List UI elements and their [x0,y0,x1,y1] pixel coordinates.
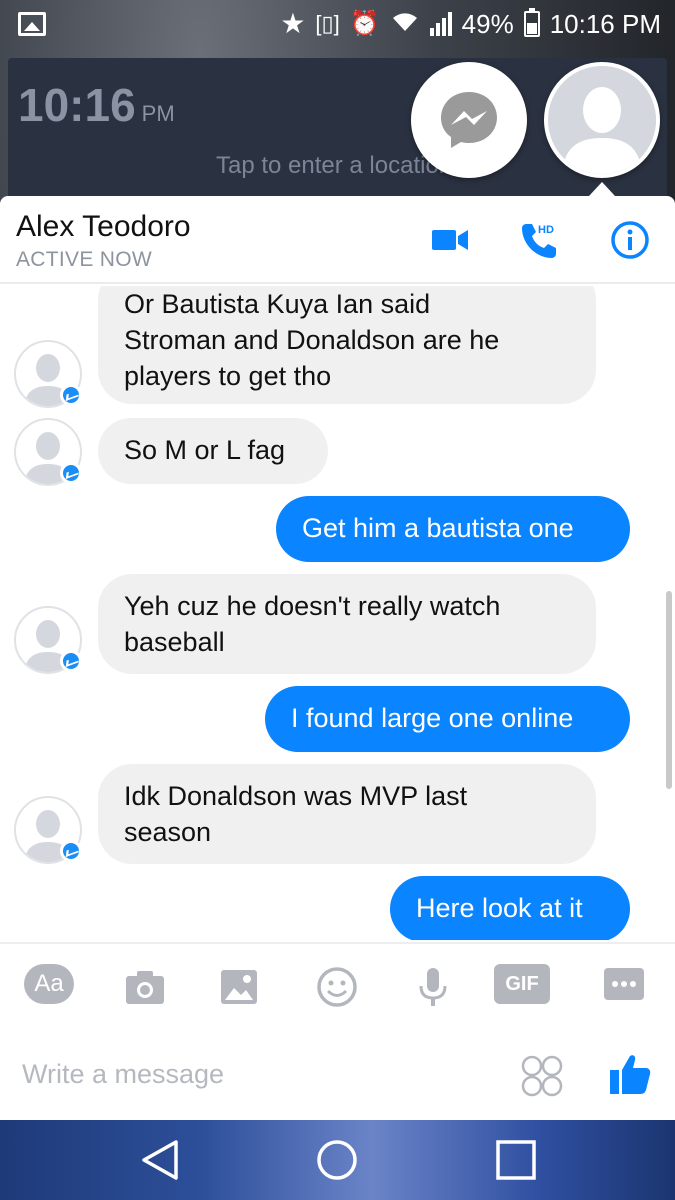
camera-icon [126,971,164,1004]
lock-clock: 10:16 PM [18,78,175,132]
microphone-icon [419,968,447,1006]
chat-window: Alex Teodoro ACTIVE NOW HD Or Bautista K [0,196,675,1120]
outgoing-message-bubble[interactable]: Get him a bautista one [276,496,630,562]
star-icon: ★ [280,8,306,39]
text-format-button[interactable]: Aa [24,964,74,1010]
contact-name[interactable]: Alex Teodoro [16,210,191,244]
active-status: ACTIVE NOW [16,248,153,271]
default-avatar-icon [548,66,656,174]
hd-badge: HD [538,224,554,236]
gallery-icon [221,970,257,1004]
wifi-icon [390,9,420,40]
voice-record-button[interactable] [410,964,456,1010]
status-time: 10:16 PM [549,8,661,39]
thumbs-up-icon [610,1055,651,1094]
message-list[interactable]: Or Bautista Kuya Ian said Stroman and Do… [0,286,675,940]
incoming-message-bubble[interactable]: Yeh cuz he doesn't really watch baseball [98,574,596,674]
recents-button[interactable] [494,1138,538,1182]
more-button[interactable] [604,964,644,1010]
hd-voice-call-button[interactable]: HD [518,218,562,262]
gif-icon: GIF [494,964,550,1004]
message-input[interactable] [22,1054,492,1094]
messenger-chat-head[interactable] [411,62,527,178]
messenger-badge-icon [60,840,82,862]
home-button[interactable] [315,1138,359,1182]
outgoing-message-bubble[interactable]: I found large one online [265,686,630,752]
incoming-message-bubble[interactable]: Or Bautista Kuya Ian said Stroman and Do… [98,286,596,404]
messenger-badge-icon [60,462,82,484]
contact-chat-head[interactable] [544,62,660,178]
lock-clock-time: 10:16 [18,79,136,131]
conversation-info-button[interactable] [608,218,652,262]
chat-header: Alex Teodoro ACTIVE NOW HD [0,196,675,284]
scrollbar[interactable] [666,591,672,789]
emoji-icon [317,967,357,1007]
back-button[interactable] [138,1138,182,1182]
recents-icon [496,1140,536,1180]
gallery-button[interactable] [216,964,262,1010]
lock-clock-ampm: PM [141,101,175,126]
alarm-icon: ⏰ [349,10,380,37]
like-button[interactable] [606,1050,654,1098]
sticker-icon [521,1055,563,1097]
incoming-message-bubble[interactable]: So M or L fag [98,418,328,484]
battery-percent: 49% [461,8,514,39]
composer-toolbar: Aa GIF [0,942,675,1030]
text-format-icon: Aa [24,964,74,1004]
video-camera-icon [432,230,468,250]
battery-icon [523,8,540,37]
more-icon [604,968,644,1000]
composer [0,1030,675,1120]
emoji-button[interactable] [314,964,360,1010]
outgoing-message-bubble[interactable]: Here look at it [390,876,630,940]
back-icon [142,1140,178,1180]
messenger-badge-icon [60,384,82,406]
messenger-badge-icon [60,650,82,672]
image-notification-icon [18,12,46,36]
home-icon [317,1140,357,1180]
signal-icon [429,12,452,36]
chat-head-pointer [589,182,615,196]
status-bar: ★ [▯] ⏰ 49% 10:16 PM [0,0,675,48]
location-prompt[interactable]: Tap to enter a location [216,152,446,180]
camera-button[interactable] [122,964,168,1010]
vibrate-icon: [▯] [315,11,340,36]
messenger-icon [441,92,497,148]
gif-button[interactable]: GIF [494,964,550,1010]
sticker-button[interactable] [520,1054,564,1098]
navigation-bar [0,1120,675,1200]
info-icon [611,221,649,259]
video-call-button[interactable] [428,218,472,262]
incoming-message-bubble[interactable]: Idk Donaldson was MVP last season [98,764,596,864]
